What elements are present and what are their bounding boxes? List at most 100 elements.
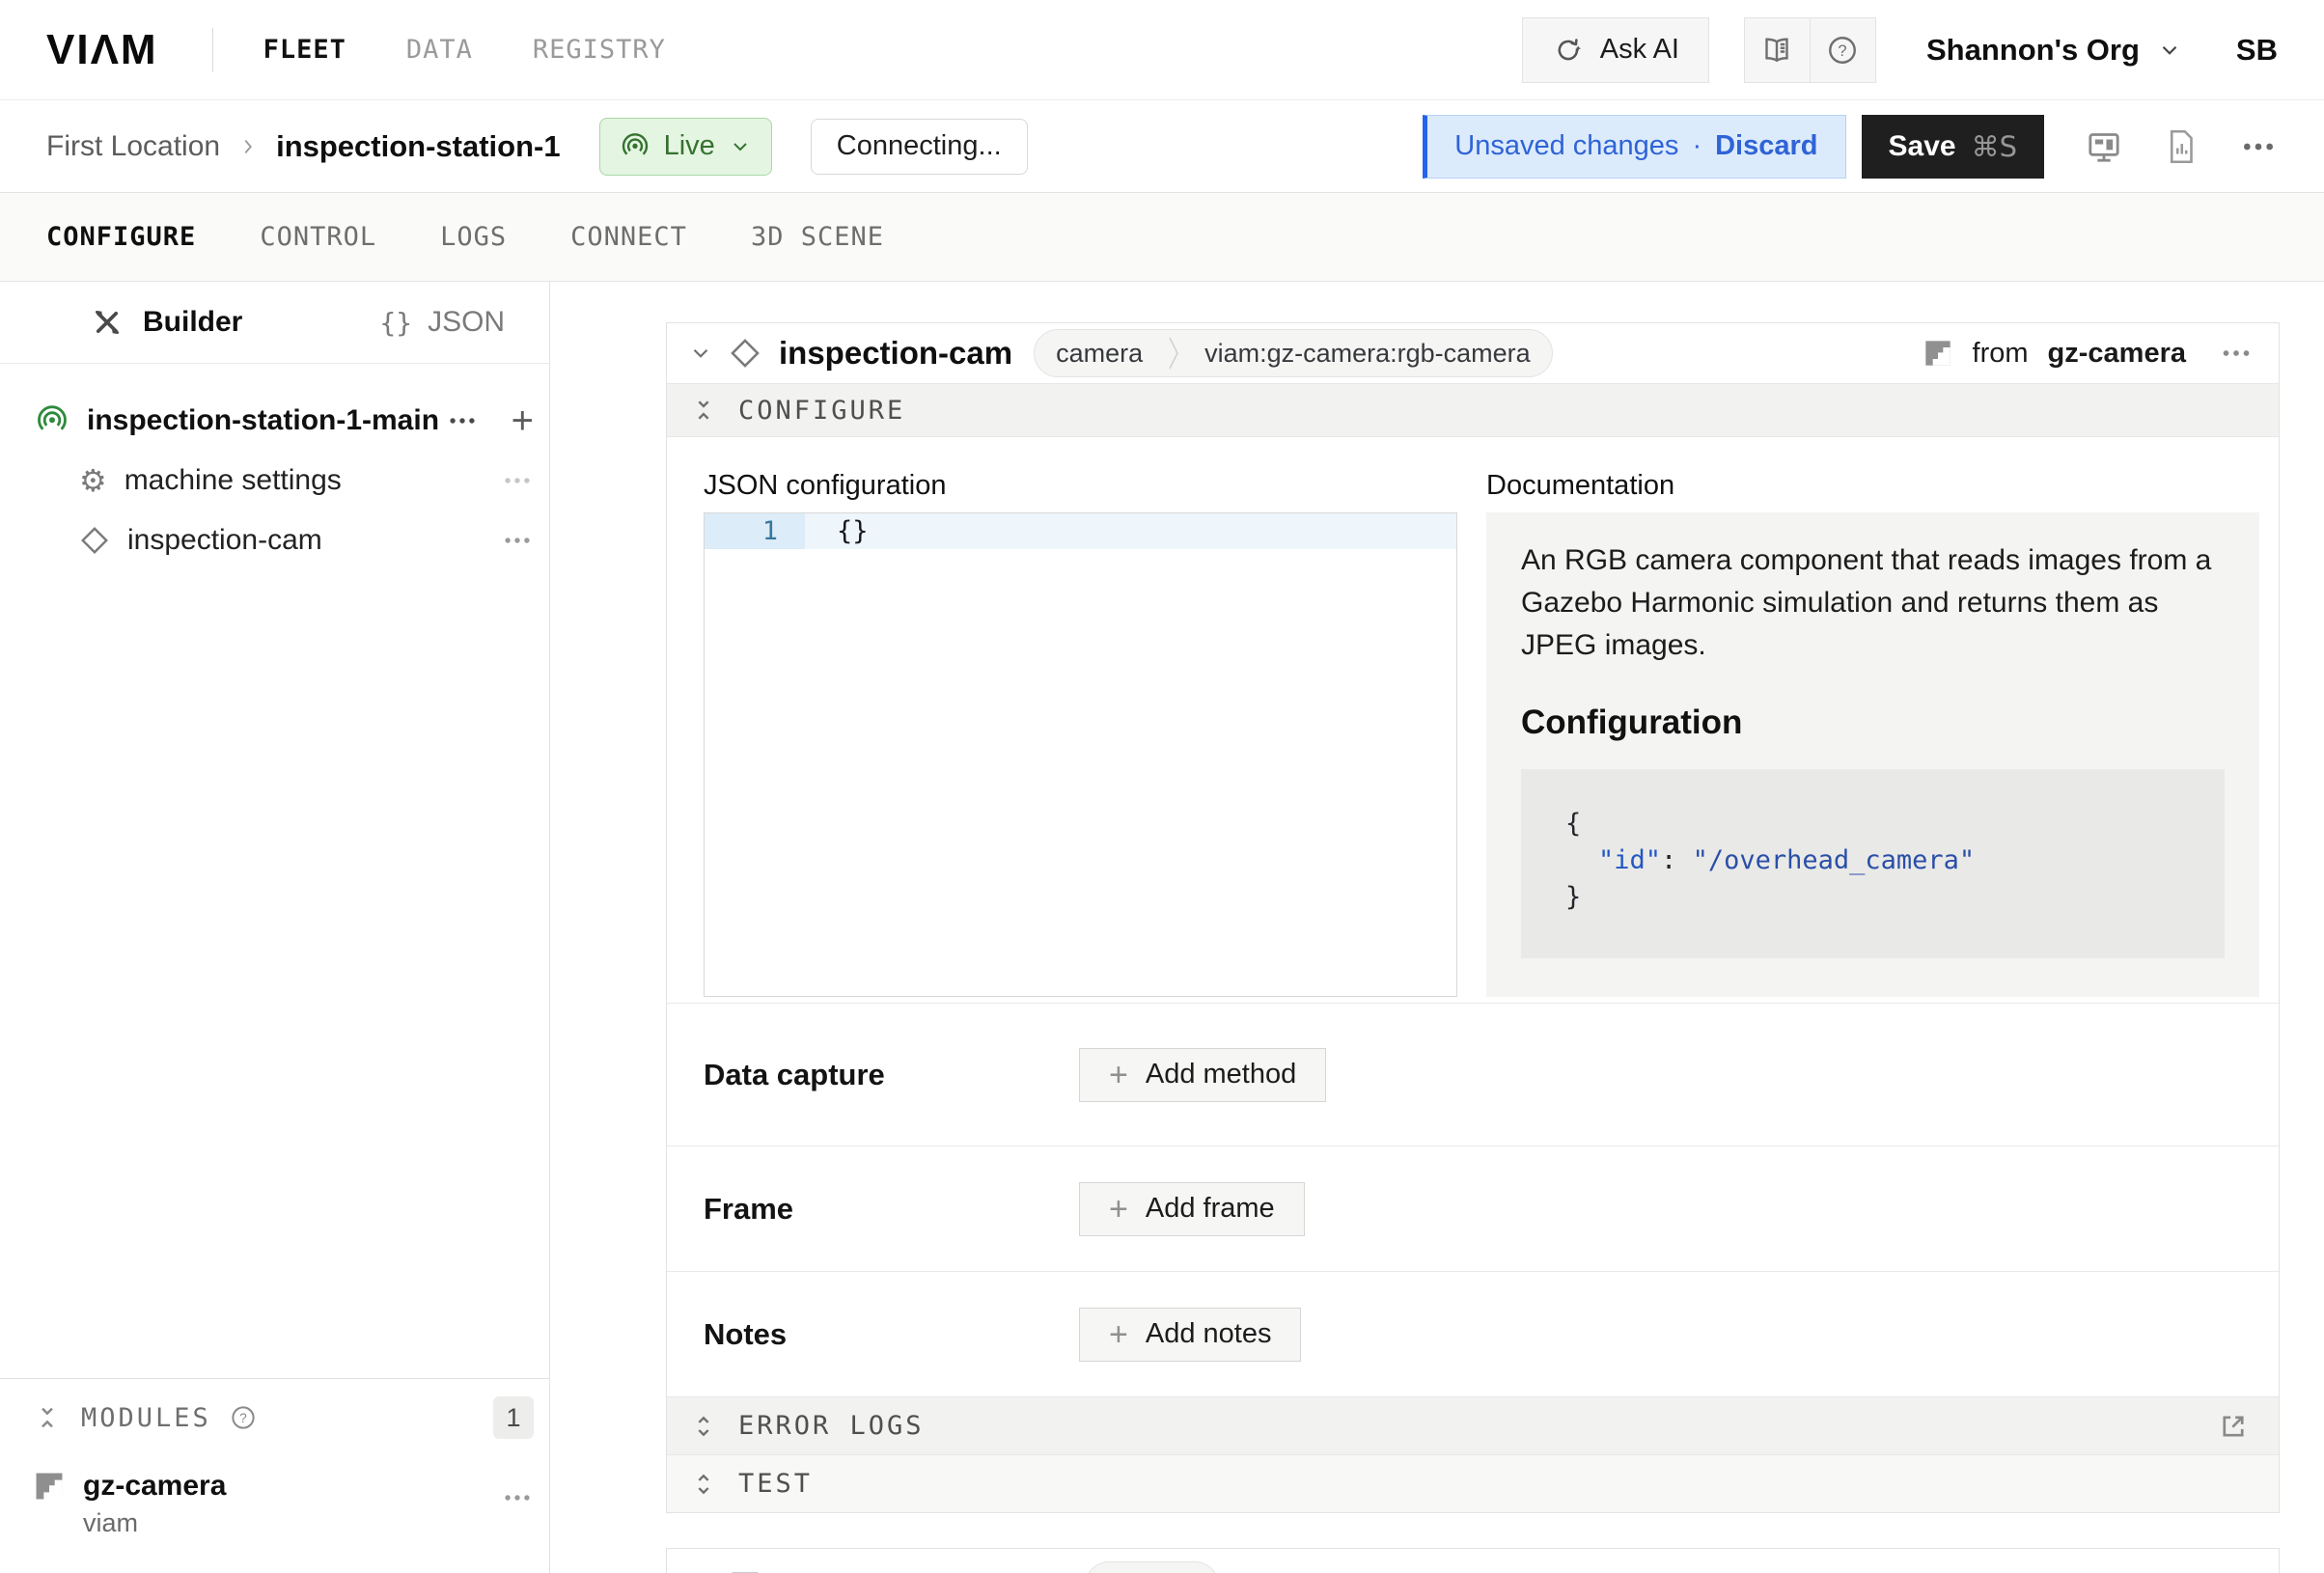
- from-module-name[interactable]: gz-camera: [2048, 338, 2186, 370]
- tab-connect[interactable]: CONNECT: [570, 222, 687, 252]
- add-resource-button[interactable]: +: [512, 401, 534, 440]
- configure-section-bar[interactable]: CONFIGURE: [667, 383, 2279, 437]
- ask-ai-button[interactable]: Ask AI: [1522, 17, 1709, 83]
- add-notes-label: Add notes: [1146, 1318, 1272, 1350]
- tools-icon: [91, 306, 124, 339]
- builder-mode-label: Builder: [143, 306, 242, 339]
- diamond-icon: [79, 525, 110, 556]
- tab-configure[interactable]: CONFIGURE: [46, 222, 196, 252]
- component-name: inspection-cam: [779, 335, 1012, 372]
- resource-tree: inspection-station-1-main + ⚙ machine se…: [0, 364, 549, 570]
- collapse-icon: [690, 397, 717, 424]
- tree-part-row[interactable]: inspection-station-1-main +: [0, 391, 549, 451]
- discard-button[interactable]: Discard: [1715, 130, 1817, 162]
- component-menu-button[interactable]: [2219, 336, 2254, 371]
- machine-screen-button[interactable]: [2085, 127, 2123, 166]
- expand-icon: [690, 1471, 717, 1498]
- expand-icon: [690, 1413, 717, 1440]
- org-switcher[interactable]: Shannon's Org: [1926, 33, 2182, 68]
- config-sidebar: Builder {} JSON inspection-station-1-mai…: [0, 282, 550, 1573]
- editor-line-number: 1: [705, 513, 805, 549]
- registry-link[interactable]: Registry: [1252, 1570, 1397, 1573]
- documentation-panel[interactable]: An RGB camera component that reads image…: [1486, 512, 2259, 997]
- docs-button[interactable]: [1745, 18, 1810, 82]
- ask-ai-label: Ask AI: [1600, 34, 1679, 66]
- tree-item-label: inspection-cam: [127, 524, 322, 557]
- documentation-column: Documentation An RGB camera component th…: [1486, 470, 2259, 1003]
- module-list-item[interactable]: gz-camera viam: [0, 1449, 549, 1538]
- add-frame-button[interactable]: + Add frame: [1079, 1182, 1305, 1236]
- part-menu-button[interactable]: [446, 404, 479, 437]
- tab-3d-scene[interactable]: 3D SCENE: [751, 222, 884, 252]
- add-notes-button[interactable]: + Add notes: [1079, 1308, 1301, 1362]
- svg-text:?: ?: [239, 1411, 247, 1425]
- error-logs-label: ERROR LOGS: [738, 1411, 925, 1441]
- ask-ai-sparkle-icon: [1552, 34, 1585, 67]
- tree-item-machine-settings[interactable]: ⚙ machine settings: [0, 451, 549, 511]
- chevron-right-icon: [237, 136, 259, 157]
- module-icon: [729, 1569, 761, 1573]
- frame-label: Frame: [704, 1192, 1079, 1227]
- add-method-label: Add method: [1146, 1059, 1296, 1090]
- viam-logo[interactable]: VIΛM: [46, 26, 158, 74]
- module-menu-button[interactable]: [501, 1481, 534, 1514]
- machinebar-right: Unsaved changes · Discard Save ⌘S: [1423, 115, 2278, 179]
- json-config-editor[interactable]: 1 {}: [704, 512, 1457, 997]
- module-type-badge: module: [1085, 1561, 1219, 1573]
- json-mode-button[interactable]: {} JSON: [379, 306, 505, 339]
- from-label: from: [1973, 338, 2029, 370]
- machine-report-button[interactable]: [2164, 127, 2199, 166]
- component-type-badge: camera viam:gz-camera:rgb-camera: [1034, 329, 1553, 377]
- machine-bar: First Location inspection-station-1 Live…: [0, 100, 2324, 193]
- user-avatar[interactable]: SB: [2236, 33, 2278, 68]
- doc-code-line: "id": "/overhead_camera": [1565, 842, 2225, 879]
- error-logs-bar[interactable]: ERROR LOGS: [667, 1396, 2279, 1454]
- broadcast-icon: [35, 403, 69, 438]
- help-button[interactable]: ?: [1810, 18, 1875, 82]
- test-bar[interactable]: TEST: [667, 1454, 2279, 1512]
- open-logs-external-button[interactable]: [2217, 1410, 2255, 1443]
- module-card-header: gz-camera by viam module Registry: [667, 1549, 2279, 1573]
- modules-count-badge: 1: [493, 1396, 534, 1439]
- modules-header[interactable]: MODULES ? 1: [0, 1379, 549, 1449]
- chevron-down-icon: [2157, 38, 2182, 63]
- machine-tabs: CONFIGURE CONTROL LOGS CONNECT 3D SCENE: [0, 193, 2324, 282]
- modules-section: MODULES ? 1 gz-camera viam: [0, 1378, 549, 1538]
- configure-section-label: CONFIGURE: [738, 396, 905, 426]
- save-button[interactable]: Save ⌘S: [1862, 115, 2045, 179]
- save-label: Save: [1889, 130, 1956, 163]
- builder-mode-button[interactable]: Builder: [91, 306, 242, 339]
- nav-item-fleet[interactable]: FLEET: [263, 35, 346, 65]
- module-icon: [1923, 338, 1953, 369]
- unsaved-changes-banner: Unsaved changes · Discard: [1423, 115, 1845, 179]
- tab-control[interactable]: CONTROL: [260, 222, 376, 252]
- module-name: gz-camera: [83, 1470, 226, 1503]
- item-menu-button[interactable]: [501, 464, 534, 497]
- connecting-button[interactable]: Connecting...: [811, 119, 1028, 175]
- component-header-right: from gz-camera: [1923, 336, 2254, 371]
- editor-active-line[interactable]: 1 {}: [705, 513, 1456, 549]
- collapse-chevron-icon[interactable]: [688, 341, 713, 366]
- primary-nav: FLEET DATA REGISTRY: [263, 35, 666, 65]
- data-capture-label: Data capture: [704, 1058, 1079, 1092]
- modules-title: MODULES: [81, 1403, 211, 1433]
- add-method-button[interactable]: + Add method: [1079, 1048, 1326, 1102]
- collapse-icon: [33, 1403, 62, 1432]
- help-icon[interactable]: ?: [229, 1403, 258, 1432]
- nav-item-registry[interactable]: REGISTRY: [533, 35, 666, 65]
- documentation-label: Documentation: [1486, 470, 2259, 503]
- tree-item-label: machine settings: [124, 464, 342, 497]
- component-card-header: inspection-cam camera viam:gz-camera:rgb…: [667, 323, 2279, 383]
- tree-item-inspection-cam[interactable]: inspection-cam: [0, 511, 549, 570]
- tab-logs[interactable]: LOGS: [440, 222, 507, 252]
- registry-label: Registry: [1294, 1570, 1397, 1573]
- nav-item-data[interactable]: DATA: [406, 35, 473, 65]
- machine-overflow-menu[interactable]: [2239, 127, 2278, 166]
- breadcrumb-location[interactable]: First Location: [46, 130, 220, 163]
- separator-dot: ·: [1692, 130, 1702, 162]
- live-status-dropdown[interactable]: Live: [599, 118, 772, 176]
- notes-label: Notes: [704, 1317, 1079, 1352]
- item-menu-button[interactable]: [501, 524, 534, 557]
- plus-icon: +: [1109, 1059, 1128, 1091]
- broadcast-icon: [620, 131, 650, 162]
